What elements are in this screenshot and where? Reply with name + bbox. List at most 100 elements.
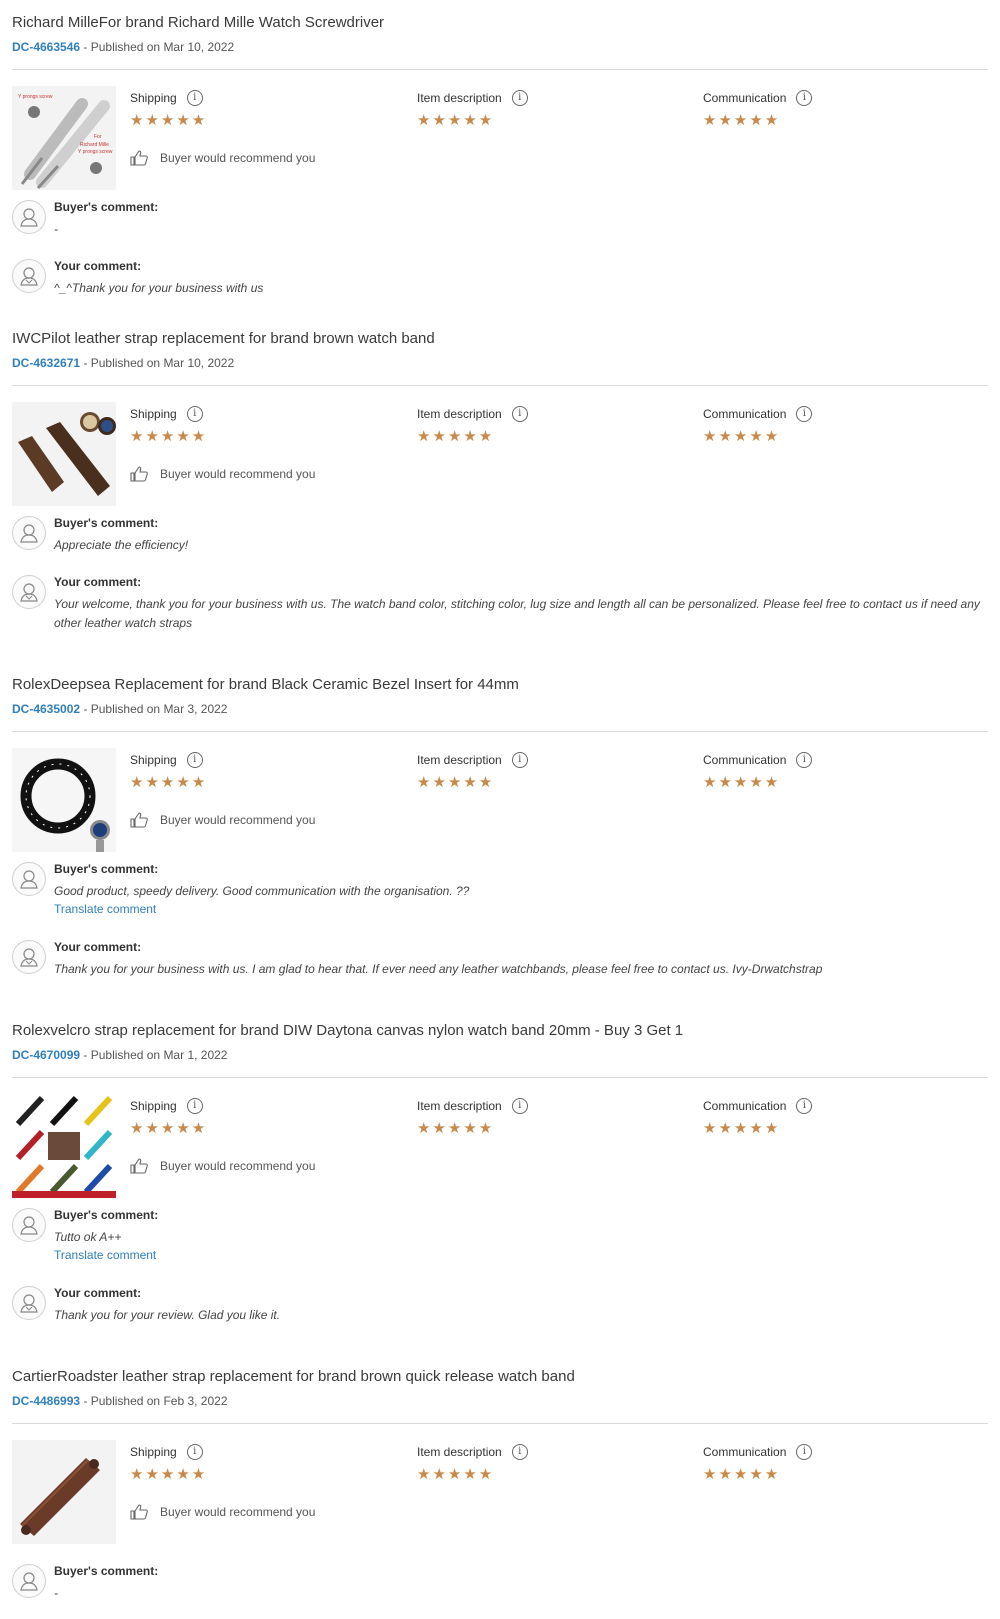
info-icon[interactable]: i xyxy=(511,406,528,422)
product-title[interactable]: CartierRoadster leather strap replacemen… xyxy=(12,1368,575,1385)
user-avatar-icon xyxy=(12,1564,46,1598)
info-icon[interactable]: i xyxy=(186,1444,203,1460)
your-comment-label: Your comment: xyxy=(54,575,142,589)
divider xyxy=(12,1423,988,1424)
buyer-comment-label: Buyer's comment: xyxy=(54,516,159,530)
item-description-rating: Item description i ★★★★★ xyxy=(417,1098,528,1137)
star-rating: ★★★★★ xyxy=(417,112,495,129)
thumbs-up-icon xyxy=(130,812,148,828)
star-rating: ★★★★★ xyxy=(703,1120,781,1137)
info-icon[interactable]: i xyxy=(511,1444,528,1460)
user-avatar-icon xyxy=(12,1208,46,1242)
screwdriver-image: Y prongs screw For Richard Mille Y prong… xyxy=(12,86,116,190)
cartier-strap-image xyxy=(12,1440,116,1544)
order-id-link[interactable]: DC-4670099 xyxy=(12,1048,80,1062)
buyer-comment-label: Buyer's comment: xyxy=(54,1208,159,1222)
info-icon[interactable]: i xyxy=(186,406,203,422)
shipping-rating: Shipping i ★★★★★ xyxy=(130,1098,207,1137)
thumbs-up-icon xyxy=(130,1158,148,1174)
shipping-label: Shipping xyxy=(130,1099,177,1113)
star-rating: ★★★★★ xyxy=(703,112,781,129)
info-icon[interactable]: i xyxy=(796,90,813,106)
product-title[interactable]: RolexDeepsea Replacement for brand Black… xyxy=(12,676,519,693)
item-description-label: Item description xyxy=(417,1445,502,1459)
communication-label: Communication xyxy=(703,1099,787,1113)
order-id-link[interactable]: DC-4632671 xyxy=(12,356,80,370)
info-icon[interactable]: i xyxy=(511,1098,528,1114)
published-date: Mar 3, 2022 xyxy=(163,702,228,716)
image-caption: Y prongs screw xyxy=(78,149,113,155)
order-id-link[interactable]: DC-4663546 xyxy=(12,40,80,54)
order-id-link[interactable]: DC-4486993 xyxy=(12,1394,80,1408)
item-description-rating: Item description i ★★★★★ xyxy=(417,90,528,129)
product-thumbnail[interactable]: Y prongs screw For Richard Mille Y prong… xyxy=(12,86,116,190)
shipping-label: Shipping xyxy=(130,1445,177,1459)
recommend-label: Buyer would recommend you xyxy=(160,1159,316,1173)
published-prefix: - Published on xyxy=(80,40,164,54)
image-caption: For xyxy=(94,134,102,140)
info-icon[interactable]: i xyxy=(186,1098,203,1114)
reviews-page: Richard MilleFor brand Richard Mille Wat… xyxy=(0,0,1000,1619)
seller-avatar-icon xyxy=(12,940,46,974)
product-thumbnail[interactable] xyxy=(12,748,116,852)
communication-label: Communication xyxy=(703,753,787,767)
review-meta: DC-4486993 - Published on Feb 3, 2022 xyxy=(12,1394,228,1408)
order-id-link[interactable]: DC-4635002 xyxy=(12,702,80,716)
star-rating: ★★★★★ xyxy=(703,1466,781,1483)
seller-avatar-icon xyxy=(12,259,46,293)
item-description-label: Item description xyxy=(417,91,502,105)
buyer-comment-text: - xyxy=(54,1586,58,1600)
recommend-indicator: Buyer would recommend you xyxy=(130,812,315,828)
product-thumbnail[interactable] xyxy=(12,1094,116,1198)
your-comment-text: Your welcome, thank you for your busines… xyxy=(54,597,980,630)
item-description-rating: Item description i ★★★★★ xyxy=(417,752,528,791)
translate-comment-link[interactable]: Translate comment xyxy=(54,1248,1000,1262)
product-title[interactable]: IWCPilot leather strap replacement for b… xyxy=(12,330,435,347)
review-meta: DC-4663546 - Published on Mar 10, 2022 xyxy=(12,40,234,54)
info-icon[interactable]: i xyxy=(796,752,813,768)
star-rating: ★★★★★ xyxy=(703,428,781,445)
info-icon[interactable]: i xyxy=(511,90,528,106)
info-icon[interactable]: i xyxy=(796,1444,813,1460)
shipping-label: Shipping xyxy=(130,407,177,421)
shipping-rating: Shipping i ★★★★★ xyxy=(130,90,207,129)
product-title[interactable]: Richard MilleFor brand Richard Mille Wat… xyxy=(12,14,384,31)
info-icon[interactable]: i xyxy=(186,90,203,106)
shipping-label: Shipping xyxy=(130,91,177,105)
info-icon[interactable]: i xyxy=(186,752,203,768)
communication-label: Communication xyxy=(703,407,787,421)
published-prefix: - Published on xyxy=(80,356,164,370)
divider xyxy=(12,385,988,386)
communication-rating: Communication i ★★★★★ xyxy=(703,1444,813,1483)
buyer-comment-label: Buyer's comment: xyxy=(54,200,159,214)
review-meta: DC-4632671 - Published on Mar 10, 2022 xyxy=(12,356,234,370)
product-title[interactable]: Rolexvelcro strap replacement for brand … xyxy=(12,1022,683,1039)
recommend-indicator: Buyer would recommend you xyxy=(130,150,315,166)
seller-avatar-icon xyxy=(12,575,46,609)
thumbs-up-icon xyxy=(130,466,148,482)
product-thumbnail[interactable] xyxy=(12,402,116,506)
communication-rating: Communication i ★★★★★ xyxy=(703,1098,813,1137)
shipping-rating: Shipping i ★★★★★ xyxy=(130,752,207,791)
buyer-comment-label: Buyer's comment: xyxy=(54,862,159,876)
star-rating: ★★★★★ xyxy=(417,1466,495,1483)
published-prefix: - Published on xyxy=(80,702,164,716)
image-caption: Y prongs screw xyxy=(18,94,53,100)
buyer-comment-text: Appreciate the efficiency! xyxy=(54,538,189,552)
published-date: Feb 3, 2022 xyxy=(163,1394,228,1408)
recommend-label: Buyer would recommend you xyxy=(160,151,316,165)
info-icon[interactable]: i xyxy=(796,406,813,422)
published-prefix: - Published on xyxy=(80,1048,164,1062)
review-meta: DC-4670099 - Published on Mar 1, 2022 xyxy=(12,1048,227,1062)
product-thumbnail[interactable] xyxy=(12,1440,116,1544)
item-description-label: Item description xyxy=(417,407,502,421)
star-rating: ★★★★★ xyxy=(703,774,781,791)
your-comment-label: Your comment: xyxy=(54,940,142,954)
divider xyxy=(12,69,988,70)
info-icon[interactable]: i xyxy=(511,752,528,768)
info-icon[interactable]: i xyxy=(796,1098,813,1114)
buyer-comment-label: Buyer's comment: xyxy=(54,1564,159,1578)
bezel-insert-image xyxy=(12,748,116,852)
translate-comment-link[interactable]: Translate comment xyxy=(54,902,1000,916)
divider xyxy=(12,1077,988,1078)
